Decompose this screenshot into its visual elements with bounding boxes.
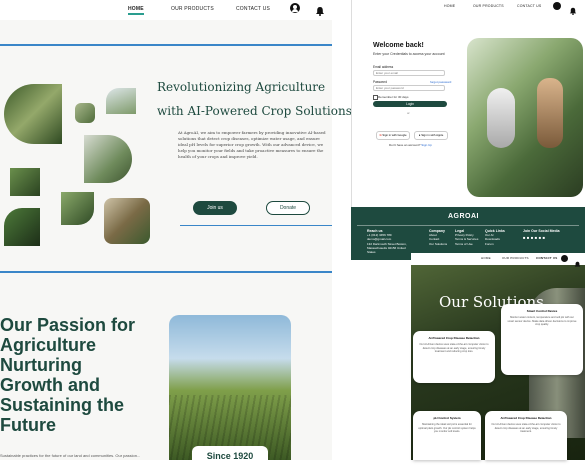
reach-address: 132 Dartmouth Street Boston, Massachuset…	[367, 241, 407, 255]
google-label: Sign in with Google	[382, 133, 407, 137]
field-image	[61, 192, 94, 225]
solution-card[interactable]: Smart Control Device Monitor water conte…	[501, 304, 583, 375]
robot-woman-image	[467, 38, 583, 197]
footer-divider	[357, 225, 579, 226]
top-divider	[0, 44, 332, 46]
apple-label: Sign in with Apple	[421, 133, 444, 137]
login-bell-icon[interactable]	[569, 2, 577, 15]
login-user-icon[interactable]	[553, 2, 561, 10]
passion-line5: Sustaining the	[0, 395, 125, 415]
farmer-woman-image	[104, 198, 150, 244]
passion-heading: Our Passion for Agriculture Nurturing Gr…	[0, 315, 135, 435]
nav-contact[interactable]: CONTACT US	[236, 6, 270, 12]
nav-products[interactable]: OUR PRODUCTS	[171, 6, 214, 12]
hero-body: At AgroAI, we aim to empower farmers by …	[178, 130, 326, 159]
join-button[interactable]: Join us	[193, 201, 237, 215]
login-nav-home[interactable]: HOME	[444, 4, 455, 8]
social-title: Join Our Social Media	[523, 229, 560, 233]
remember-label: Remember for 30 days	[378, 95, 409, 99]
quick-link[interactable]: Forum	[485, 242, 505, 246]
login-title: Welcome back!	[373, 42, 424, 49]
passion-line2: Agriculture	[0, 335, 97, 355]
hero-title-line2: with AI-Powered Crop Solutions	[157, 104, 352, 118]
quick-col: Quick Links Our AI Downloads Forum	[485, 229, 505, 246]
passion-caption: Sustainable practices for the future of …	[0, 453, 140, 458]
sol-bell-icon[interactable]	[574, 255, 581, 267]
passion-line6: Future	[0, 415, 56, 435]
solutions-nav: HOME OUR PRODUCTS CONTACT US	[411, 253, 585, 267]
seedlings-image	[10, 168, 40, 196]
login-button[interactable]: Login	[373, 101, 447, 107]
login-nav: HOME OUR PRODUCTS CONTACT US	[351, 0, 585, 15]
company-link[interactable]: Our Solutions	[429, 242, 447, 246]
solution-card-text: Our AI-driven device uses state-of-the-a…	[491, 423, 561, 434]
nav-home-underline	[128, 13, 144, 15]
solution-card[interactable]: pH Control System Maintaining the ideal …	[413, 411, 481, 460]
footer-brand: AGROAI	[448, 213, 479, 220]
signup-link[interactable]: Sign Up	[421, 143, 432, 147]
password-field[interactable]	[373, 85, 445, 91]
solution-card-text: Monitor water content, temperature and s…	[507, 316, 577, 327]
section-divider	[0, 271, 332, 273]
whatsapp-icon[interactable]: ■	[543, 235, 547, 240]
greenhouse-image	[75, 103, 95, 123]
password-label: Password	[373, 80, 387, 84]
solution-card[interactable]: AI-Powered Crop Disease Detection Our AI…	[485, 411, 567, 460]
solution-card-text: Maintaining the ideal soil pH is essenti…	[418, 423, 476, 434]
company-col: Company About Contact Our Solutions	[429, 229, 447, 246]
sol-user-icon[interactable]	[561, 255, 568, 262]
passion-line1: Our Passion for	[0, 315, 136, 335]
robot-arm-image	[84, 135, 132, 183]
legal-col: Legal Privacy Policy Terms & Services Te…	[455, 229, 478, 246]
login-subtitle: Enter your Credentials to access your ac…	[373, 52, 445, 56]
crop-field-image	[169, 315, 291, 460]
apple-button[interactable]: ● Sign in with Apple	[414, 131, 448, 140]
solution-card[interactable]: AI-Powered Crop Disease Detection Our AI…	[413, 331, 495, 383]
email-label: Email address	[373, 65, 394, 69]
signup-prompt: Don't have an account?	[389, 143, 421, 147]
email-field[interactable]	[373, 70, 445, 76]
sol-nav-home[interactable]: HOME	[481, 256, 491, 260]
drone-image	[106, 88, 136, 114]
login-nav-products[interactable]: OUR PRODUCTS	[473, 4, 504, 8]
signup-row: Don't have an account? Sign Up	[389, 143, 432, 147]
donate-button[interactable]: Donate	[266, 201, 310, 215]
solution-card-text: Our AI-driven device uses state-of-the-a…	[419, 343, 489, 354]
or-divider: or	[407, 111, 410, 115]
bell-icon[interactable]	[315, 3, 325, 16]
robot-plants-image	[4, 84, 62, 144]
nav-home[interactable]: HOME	[128, 6, 144, 12]
hero-title-line1: Revolutionizing Agriculture	[157, 80, 326, 94]
passion-line3: Nurturing	[0, 355, 82, 375]
solutions-page: HOME OUR PRODUCTS CONTACT US Our Solutio…	[411, 253, 585, 460]
sol-nav-products[interactable]: OUR PRODUCTS	[502, 256, 529, 260]
social-icons: ■■■■■■	[523, 235, 560, 240]
forgot-password-link[interactable]: forgot password	[430, 80, 451, 84]
hero-divider	[180, 225, 332, 226]
reach-col: Reach us +1 (012) 3456 789 demo@gmail.co…	[367, 229, 413, 254]
social-col: Join Our Social Media ■■■■■■	[523, 229, 560, 240]
login-nav-contact[interactable]: CONTACT US	[517, 4, 541, 8]
plants-image	[4, 208, 40, 246]
passion-line4: Growth and	[0, 375, 100, 395]
google-button[interactable]: G Sign in with Google	[376, 131, 410, 140]
legal-link[interactable]: Terms of Use	[455, 242, 478, 246]
sol-nav-contact[interactable]: CONTACT US	[536, 256, 557, 260]
since-card: Since 1920	[192, 446, 268, 466]
landing-nav: HOME OUR PRODUCTS CONTACT US	[0, 0, 332, 20]
legal-link[interactable]: Terms & Services	[455, 237, 478, 241]
user-icon[interactable]	[290, 3, 300, 13]
